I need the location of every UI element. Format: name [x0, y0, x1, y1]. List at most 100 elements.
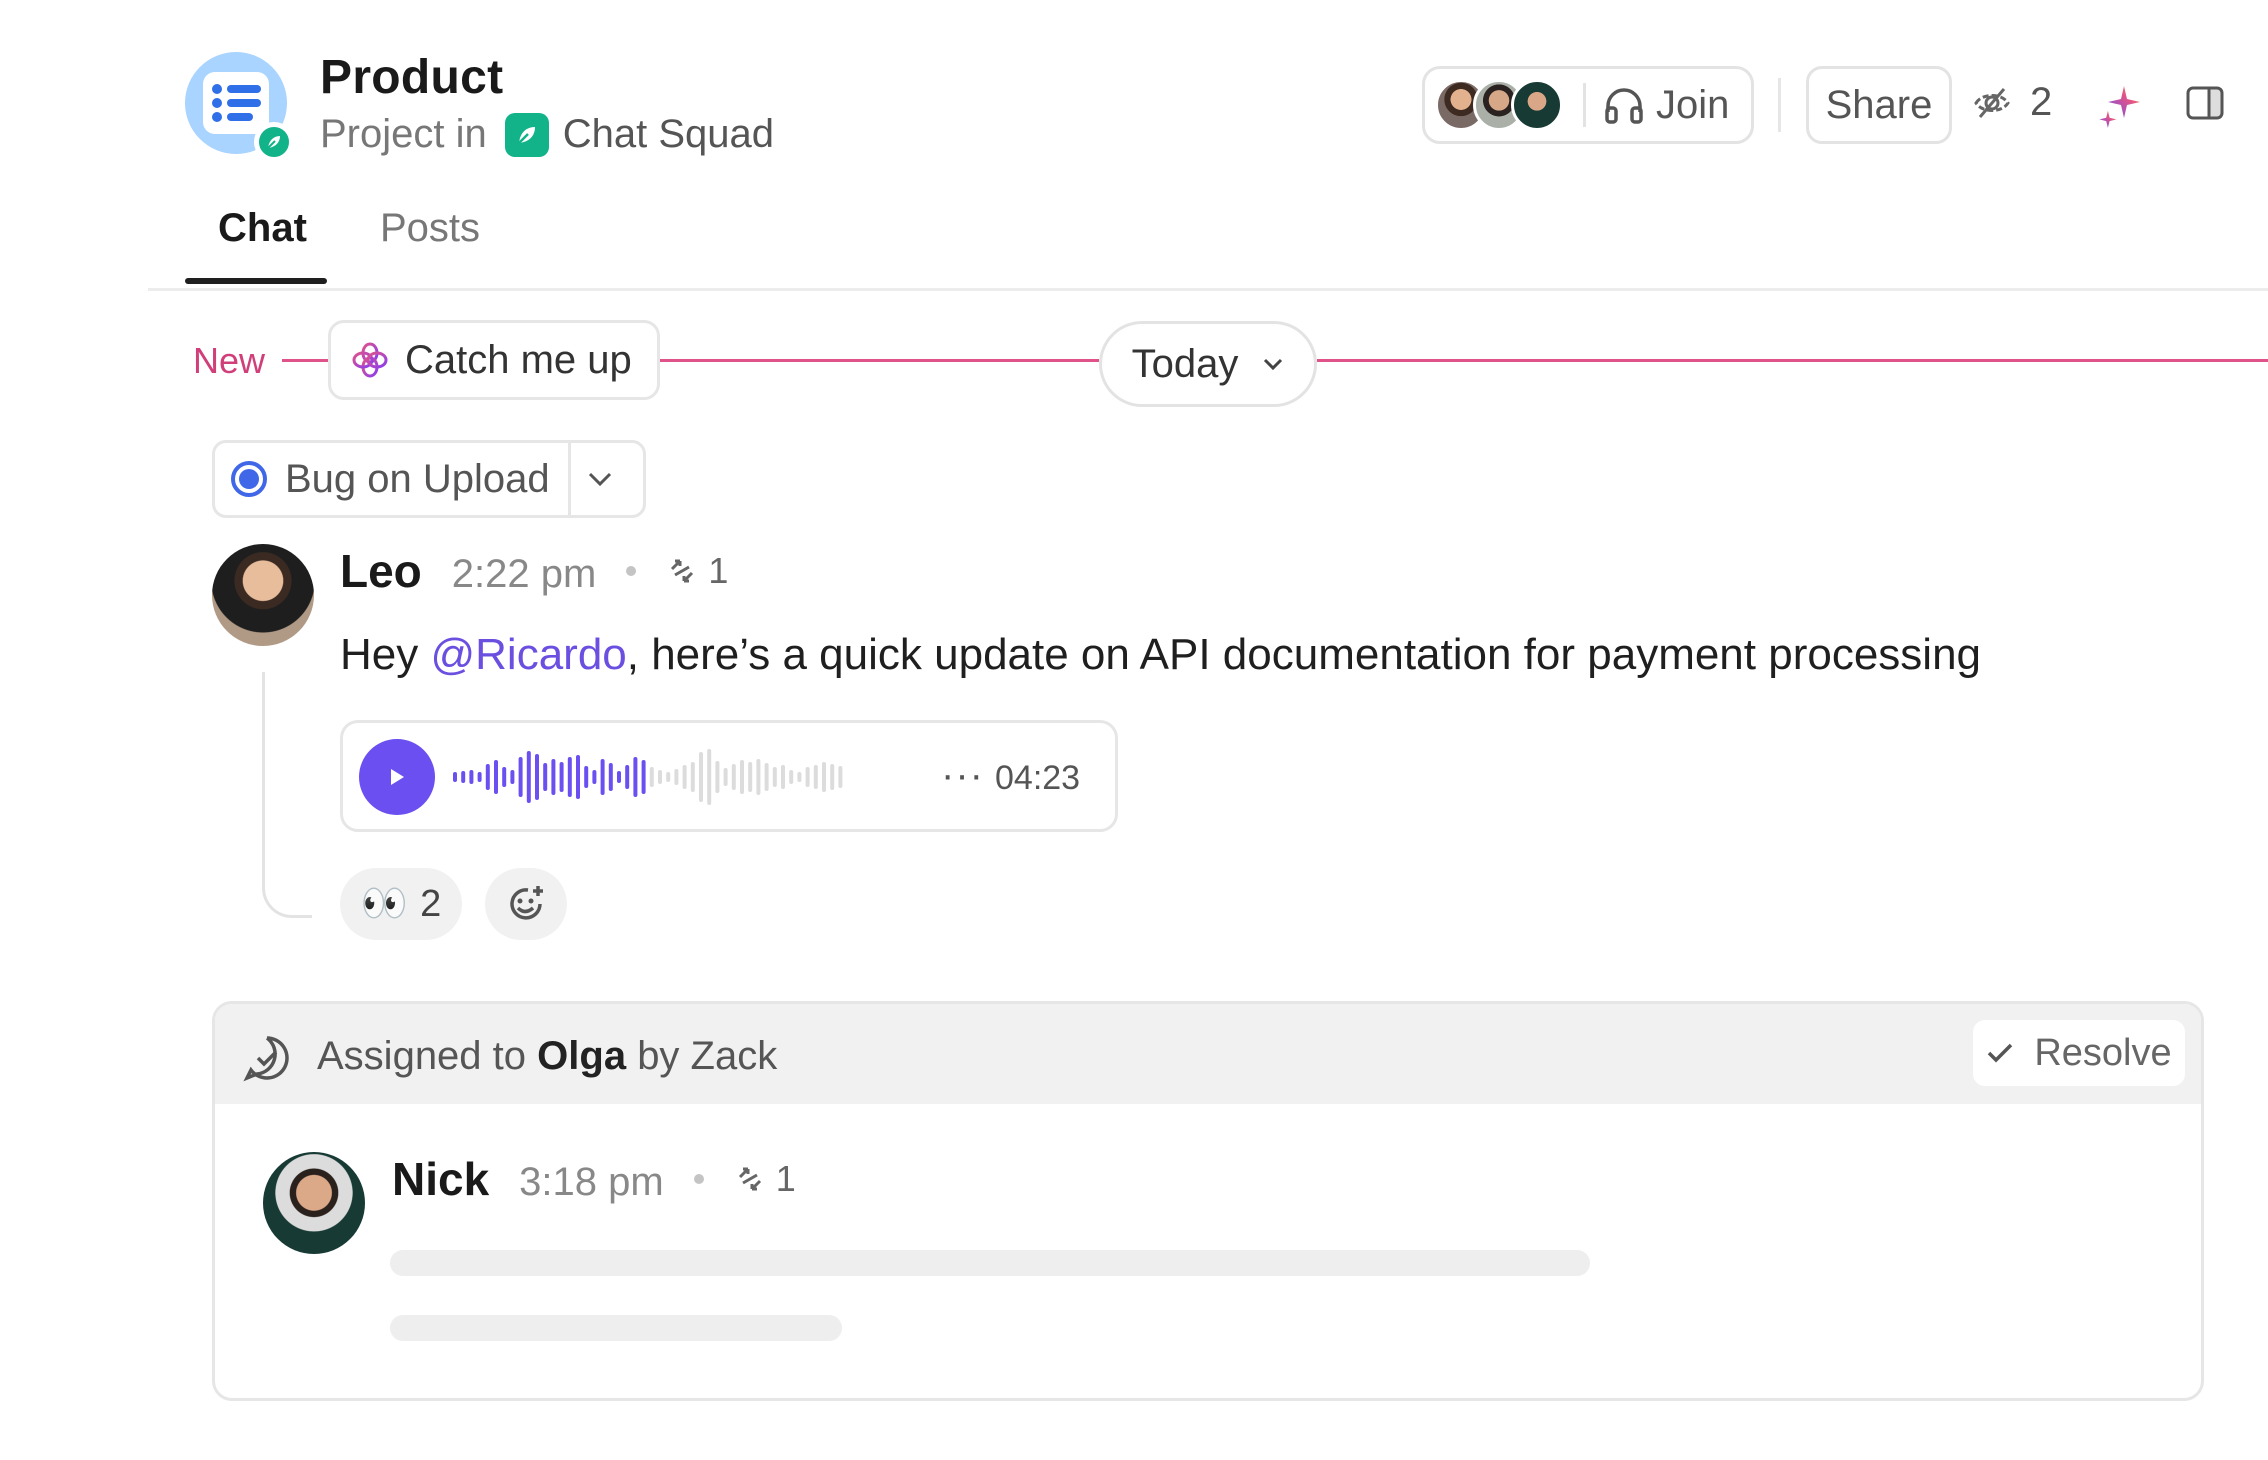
tabs-divider: [148, 288, 2268, 291]
waveform-bar: [731, 764, 736, 790]
loading-placeholder: [390, 1250, 1590, 1276]
assignment-header: Assigned to Olga by Zack Resolve: [215, 1004, 2201, 1104]
waveform-bar: [518, 757, 523, 797]
page-title: Product: [320, 51, 504, 104]
message-time: 2:22 pm: [451, 552, 597, 596]
divider: [567, 440, 571, 518]
waveform-bar: [797, 772, 802, 782]
play-icon: [391, 769, 404, 785]
waveform-bar: [625, 765, 630, 789]
sidebar-toggle-icon[interactable]: [2186, 86, 2224, 125]
tab-chat[interactable]: Chat: [218, 206, 307, 251]
waveform-bar: [723, 768, 728, 786]
reply-count: 1: [775, 1158, 796, 1199]
voice-message: ··· 04:23: [340, 720, 1118, 832]
waveform-bar: [699, 752, 703, 802]
check-icon: [1988, 1043, 2013, 1063]
message-text-prefix: Hey: [340, 630, 431, 679]
audio-waveform[interactable]: [453, 745, 923, 809]
message-text-suffix: , here’s a quick update on API documenta…: [626, 630, 1982, 679]
message-author[interactable]: Nick: [392, 1152, 489, 1206]
resolve-button[interactable]: Resolve: [1973, 1020, 2185, 1086]
waveform-bar: [592, 770, 597, 784]
waveform-bar: [477, 772, 482, 782]
subtitle-prefix: Project in: [320, 112, 487, 156]
waveform-bar: [526, 751, 531, 803]
message-header: Leo 2:22 pm 1: [340, 544, 728, 598]
active-tab-indicator: [185, 278, 327, 284]
chevron-down-icon[interactable]: [587, 471, 613, 487]
reply-arrows-icon: [738, 1167, 761, 1191]
waveform-bar: [633, 757, 638, 797]
avatar[interactable]: [263, 1152, 365, 1254]
more-options-icon[interactable]: ···: [941, 753, 984, 798]
waveform-bar: [789, 770, 794, 784]
waveform-bar: [822, 762, 826, 792]
waveform-bar: [690, 762, 695, 792]
ai-brain-icon: [352, 342, 388, 378]
waveform-bar: [502, 767, 507, 787]
new-messages-line: [660, 359, 1099, 362]
loading-placeholder: [390, 1315, 842, 1341]
assignee-name[interactable]: Olga: [537, 1034, 626, 1078]
waveform-bar: [740, 760, 744, 794]
avatar[interactable]: [212, 544, 314, 646]
resolve-label: Resolve: [2034, 1031, 2172, 1074]
divider: [1583, 83, 1586, 127]
join-label: Join: [1656, 82, 1730, 127]
waveform-bar: [510, 770, 515, 784]
catch-me-up-button[interactable]: Catch me up: [328, 320, 660, 400]
waveform-bar: [830, 764, 835, 790]
message-header: Nick 3:18 pm 1: [392, 1152, 796, 1206]
waveform-bar: [461, 771, 466, 783]
waveform-bar: [453, 772, 457, 782]
waveform-bar: [485, 764, 490, 790]
add-reaction-button[interactable]: [485, 868, 567, 940]
waveform-bar: [535, 754, 539, 800]
separator-dot: [693, 1174, 704, 1184]
reply-count-button[interactable]: 1: [734, 1158, 796, 1200]
message-author[interactable]: Leo: [340, 544, 422, 598]
reply-count: 1: [708, 550, 729, 591]
waveform-bar: [559, 762, 564, 792]
waveform-bar: [641, 760, 646, 794]
waveform-bar: [756, 759, 761, 795]
user-mention[interactable]: @Ricardo: [430, 630, 626, 679]
new-messages-line: [282, 359, 328, 362]
reply-count-button[interactable]: 1: [666, 550, 728, 592]
assigner: by Zack: [637, 1034, 778, 1078]
reaction-pill[interactable]: 👀 2: [340, 868, 462, 940]
waveform-bar: [838, 766, 843, 788]
waveform-bar: [781, 765, 785, 789]
participant-avatars[interactable]: [1435, 79, 1563, 131]
message-time: 3:18 pm: [519, 1160, 664, 1204]
waveform-bar: [551, 759, 556, 795]
join-button[interactable]: Join: [1604, 83, 1729, 128]
waveform-bar: [584, 766, 589, 788]
watchers-count: 2: [2030, 80, 2053, 124]
catch-me-up-label: Catch me up: [405, 337, 632, 382]
assignment-prefix: Assigned to: [317, 1034, 527, 1078]
chevron-down-icon: [1264, 358, 1283, 371]
tab-posts[interactable]: Posts: [380, 206, 480, 251]
ai-sparkle-icon[interactable]: [2096, 82, 2144, 135]
reaction-count: 2: [420, 882, 442, 925]
status-circle-icon: [231, 461, 267, 497]
avatar: [1511, 79, 1563, 131]
waveform-bar: [715, 761, 720, 793]
topic-tag[interactable]: Bug on Upload: [212, 440, 646, 518]
watchers-button[interactable]: 2: [1972, 80, 2052, 125]
audio-duration: 04:23: [995, 759, 1081, 797]
divider: [1778, 78, 1781, 132]
leaf-icon: [504, 112, 549, 157]
assigned-comment-icon: [243, 1036, 289, 1082]
waveform-bar: [469, 770, 474, 784]
play-button[interactable]: [359, 739, 435, 815]
waveform-bar: [617, 771, 621, 783]
separator-dot: [626, 566, 637, 576]
space-link[interactable]: Chat Squad: [504, 112, 774, 157]
leaf-badge-icon: [254, 122, 294, 162]
share-button[interactable]: Share: [1806, 66, 1952, 144]
waveform-bar: [772, 767, 777, 787]
date-jump-button[interactable]: Today: [1099, 321, 1317, 407]
